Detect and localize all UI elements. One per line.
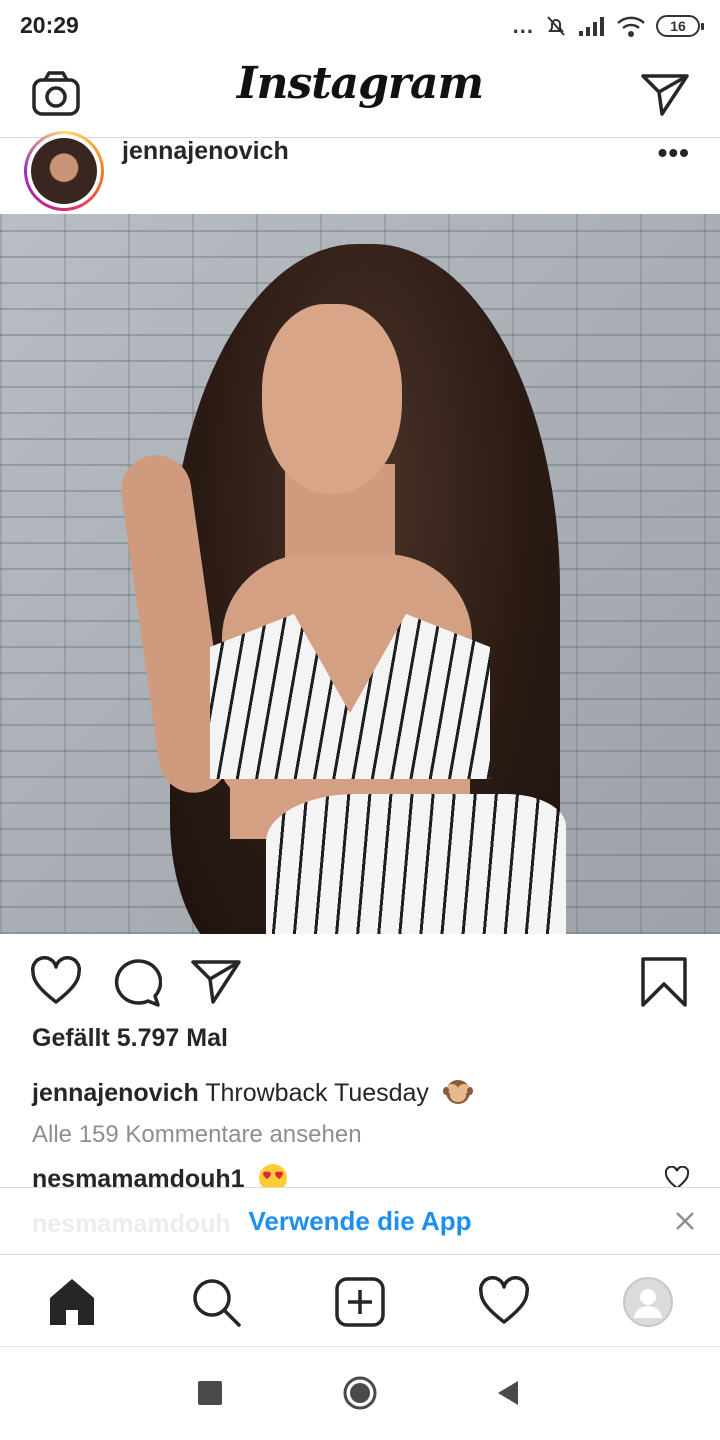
more-options-button[interactable]: ••• [658, 139, 690, 167]
likes-count[interactable]: Gefällt 5.797 Mal [32, 1024, 228, 1053]
battery-indicator: 16 [656, 15, 704, 37]
home-icon[interactable] [46, 1276, 98, 1328]
bottom-nav [0, 1256, 720, 1346]
brand-logo[interactable]: Instagram [0, 58, 720, 109]
bookmark-icon[interactable] [638, 956, 690, 1008]
view-all-comments-link[interactable]: Alle 159 Kommentare ansehen [32, 1121, 362, 1149]
profile-avatar-icon[interactable] [622, 1276, 674, 1328]
comment-row: nesmamamdouh1 [32, 1163, 692, 1189]
status-bar: 20:29 ... 16 [0, 0, 720, 52]
system-back-icon[interactable] [494, 1379, 520, 1407]
open-app-banner: nesmamamdouh Verwende die App [0, 1187, 720, 1255]
muted-bell-icon [547, 16, 565, 36]
comment-username[interactable]: nesmamamdouh1 [32, 1165, 245, 1189]
use-app-button[interactable]: Verwende die App [0, 1206, 720, 1237]
top-header: Instagram [0, 52, 720, 138]
status-dots: ... [512, 13, 534, 38]
post-actions [0, 934, 720, 1030]
close-icon[interactable] [672, 1208, 698, 1234]
post-header: jennajenovich ••• [0, 131, 720, 214]
caption: jennajenovich Throwback Tuesday [32, 1076, 474, 1108]
recents-button-icon[interactable] [198, 1381, 222, 1405]
share-icon[interactable] [190, 956, 242, 1008]
activity-heart-icon[interactable] [478, 1276, 530, 1328]
heart-eyes-emoji-icon [258, 1164, 287, 1189]
status-icons: ... 16 [512, 10, 704, 42]
system-home-icon[interactable] [342, 1375, 378, 1411]
caption-text: Throwback Tuesday [205, 1079, 429, 1107]
see-no-evil-monkey-emoji-icon [442, 1080, 473, 1104]
search-icon[interactable] [190, 1276, 242, 1328]
avatar [31, 138, 97, 204]
story-avatar[interactable] [24, 131, 104, 211]
post-username[interactable]: jennajenovich [122, 137, 289, 166]
system-navigation-bar [0, 1346, 720, 1440]
post-photo[interactable] [0, 214, 720, 934]
like-heart-icon[interactable] [30, 956, 82, 1008]
new-post-icon[interactable] [334, 1276, 386, 1328]
signal-icon [579, 17, 604, 36]
direct-message-icon[interactable] [640, 70, 690, 118]
caption-username[interactable]: jennajenovich [32, 1079, 199, 1107]
comment-icon[interactable] [110, 956, 162, 1008]
status-time: 20:29 [20, 12, 79, 38]
wifi-icon [617, 16, 645, 37]
